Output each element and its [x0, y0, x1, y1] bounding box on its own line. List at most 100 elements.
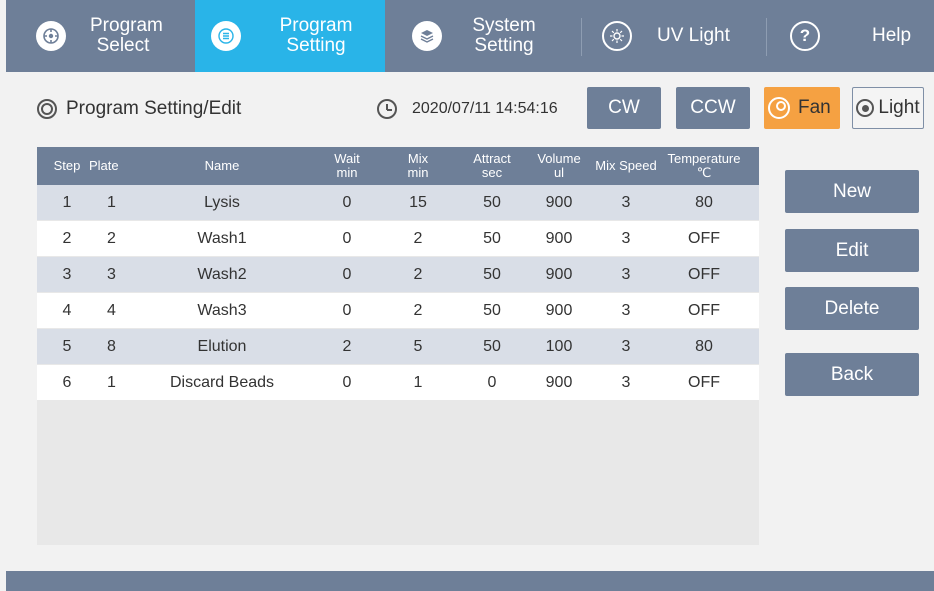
- column-header-volume: Volume ul: [537, 151, 581, 180]
- nav-program-select-label: Program Select: [90, 15, 163, 56]
- nav-help-label: Help: [872, 25, 912, 46]
- cell-volume: 100: [545, 337, 573, 355]
- column-header-name: Name: [204, 158, 240, 173]
- table-row[interactable]: 3 3 Wash2 0 2 50 900 3 OFF: [37, 257, 759, 292]
- cell-volume: 900: [545, 265, 573, 283]
- column-header-step: Step: [53, 158, 81, 173]
- page-title: Program Setting/Edit: [66, 98, 242, 119]
- column-header-attract: Attract sec: [473, 151, 511, 180]
- nav-uv-light-label: UV Light: [657, 25, 730, 46]
- program-setting-icon: [211, 21, 241, 51]
- cell-temperature: 80: [695, 193, 713, 211]
- new-button[interactable]: New: [785, 170, 919, 213]
- cell-mix-speed: 3: [621, 373, 631, 391]
- cell-volume: 900: [545, 301, 573, 319]
- cell-mix: 2: [413, 265, 423, 283]
- cell-name: Wash1: [197, 229, 247, 247]
- cell-name: Wash2: [197, 265, 247, 283]
- cell-mix: 15: [409, 193, 427, 211]
- cell-attract: 50: [483, 229, 501, 247]
- cell-wait: 0: [342, 193, 352, 211]
- back-button[interactable]: Back: [785, 353, 919, 396]
- program-steps-table: Step Plate Name Wait min Mix min Attract…: [37, 147, 759, 545]
- cell-mix-speed: 3: [621, 337, 631, 355]
- column-header-temperature: Temperature ℃: [667, 151, 741, 180]
- cell-mix: 2: [413, 229, 423, 247]
- cell-attract: 50: [483, 337, 501, 355]
- column-header-mix-speed: Mix Speed: [595, 158, 657, 173]
- cell-attract: 0: [487, 373, 497, 391]
- edit-button[interactable]: Edit: [785, 229, 919, 272]
- fan-button[interactable]: Fan: [764, 87, 840, 129]
- table-header: Step Plate Name Wait min Mix min Attract…: [37, 147, 759, 185]
- cell-step: 4: [62, 301, 72, 319]
- cell-mix: 2: [413, 301, 423, 319]
- cell-mix: 5: [413, 337, 423, 355]
- nav-system-setting-label: System Setting: [472, 15, 536, 56]
- table-row[interactable]: 4 4 Wash3 0 2 50 900 3 OFF: [37, 293, 759, 328]
- cell-volume: 900: [545, 193, 573, 211]
- table-row[interactable]: 2 2 Wash1 0 2 50 900 3 OFF: [37, 221, 759, 256]
- column-header-wait: Wait min: [334, 151, 360, 180]
- column-header-mix: Mix min: [407, 151, 429, 180]
- column-header-plate: Plate: [89, 158, 119, 173]
- nav-program-select[interactable]: Program Select: [6, 0, 195, 72]
- light-button[interactable]: Light: [852, 87, 924, 129]
- cell-temperature: 80: [695, 337, 713, 355]
- cell-temperature: OFF: [688, 373, 720, 391]
- cell-plate: 8: [107, 337, 116, 355]
- table-row[interactable]: 1 1 Lysis 0 15 50 900 3 80: [37, 185, 759, 220]
- cell-mix-speed: 3: [621, 265, 631, 283]
- cell-plate: 1: [107, 373, 116, 391]
- nav-help[interactable]: ? Help: [765, 0, 934, 72]
- cell-name: Elution: [197, 337, 247, 355]
- top-nav: Program Select Program Setting System Se…: [6, 0, 934, 72]
- cell-attract: 50: [483, 301, 501, 319]
- nav-system-setting[interactable]: System Setting: [385, 0, 575, 72]
- fan-button-label: Fan: [798, 97, 831, 118]
- cell-volume: 900: [545, 229, 573, 247]
- nav-program-setting-label: Program Setting: [279, 15, 353, 56]
- ccw-button[interactable]: CCW: [676, 87, 750, 129]
- cell-plate: 4: [107, 301, 116, 319]
- cell-plate: 3: [107, 265, 116, 283]
- cell-name: Lysis: [204, 193, 240, 211]
- uv-light-icon: [602, 21, 632, 51]
- cell-name: Wash3: [197, 301, 247, 319]
- cell-volume: 900: [545, 373, 573, 391]
- table-row[interactable]: 5 8 Elution 2 5 50 100 3 80: [37, 329, 759, 364]
- footer-bar: [6, 571, 934, 591]
- target-icon: [37, 99, 57, 119]
- cell-wait: 0: [342, 301, 352, 319]
- help-icon: ?: [790, 21, 820, 51]
- cell-temperature: OFF: [688, 265, 720, 283]
- cell-step: 1: [62, 193, 72, 211]
- system-setting-icon: [412, 21, 442, 51]
- cell-name: Discard Beads: [169, 373, 275, 391]
- delete-button[interactable]: Delete: [785, 287, 919, 330]
- nav-uv-light[interactable]: UV Light: [575, 0, 765, 72]
- cell-plate: 2: [107, 229, 116, 247]
- cell-step: 2: [62, 229, 72, 247]
- cell-wait: 0: [342, 229, 352, 247]
- cell-step: 5: [62, 337, 72, 355]
- cell-attract: 50: [483, 193, 501, 211]
- program-select-icon: [36, 21, 66, 51]
- cell-wait: 2: [342, 337, 352, 355]
- cell-mix: 1: [413, 373, 423, 391]
- cell-wait: 0: [342, 373, 352, 391]
- table-row[interactable]: 6 1 Discard Beads 0 1 0 900 3 OFF: [37, 365, 759, 400]
- cell-mix-speed: 3: [621, 229, 631, 247]
- clock-icon: [377, 99, 397, 119]
- fan-icon: [768, 97, 790, 119]
- cell-mix-speed: 3: [621, 301, 631, 319]
- cell-step: 6: [62, 373, 72, 391]
- cell-temperature: OFF: [688, 301, 720, 319]
- cell-mix-speed: 3: [621, 193, 631, 211]
- cell-temperature: OFF: [688, 229, 720, 247]
- light-icon: [856, 99, 875, 117]
- cell-plate: 1: [107, 193, 116, 211]
- datetime-display: 2020/07/11 14:54:16: [412, 100, 558, 117]
- nav-program-setting[interactable]: Program Setting: [195, 0, 385, 72]
- cw-button[interactable]: CW: [587, 87, 661, 129]
